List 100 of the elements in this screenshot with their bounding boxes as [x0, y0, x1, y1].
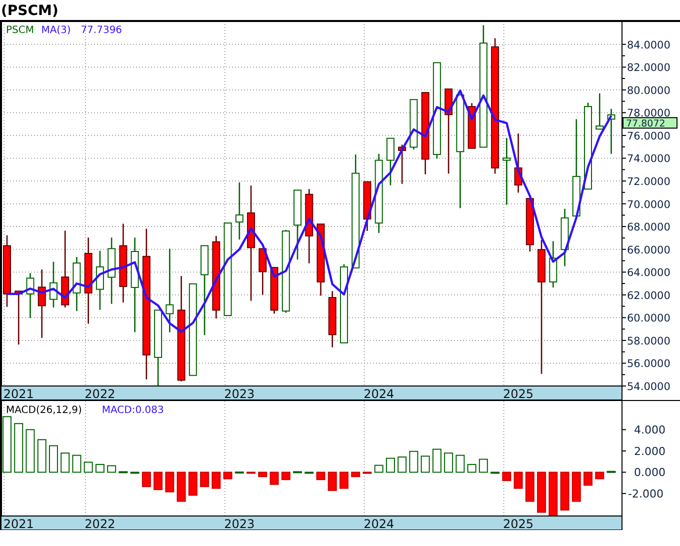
candlestick: [410, 99, 418, 150]
macd-bar: [107, 465, 116, 473]
price-axis-label: 78.0000: [627, 108, 670, 120]
candlestick: [294, 190, 302, 260]
macd-axis-label: -2.000: [628, 488, 664, 501]
macd-bar: [130, 472, 140, 474]
year-label: 2021: [3, 387, 34, 400]
macd-bar: [420, 456, 430, 473]
macd-bar: [467, 464, 476, 473]
macd-bar: [351, 472, 360, 478]
macd-bar: [48, 445, 58, 473]
candlestick: [38, 269, 46, 338]
macd-bar: [223, 472, 232, 480]
ticker-legend: PSCM: [6, 25, 34, 36]
macd-bar: [316, 472, 326, 480]
macd-bar: [444, 452, 454, 473]
candlestick: [502, 138, 511, 205]
candlestick: [108, 238, 116, 304]
price-axis-label: 66.0000: [627, 244, 670, 256]
macd-bar: [572, 472, 581, 502]
macd-bar: [293, 471, 302, 474]
macd-bar: [270, 472, 279, 485]
candlestick: [607, 108, 616, 154]
macd-bar: [95, 464, 104, 473]
price-axis-label: 72.0000: [627, 176, 670, 188]
ma-legend: MA(3): [41, 25, 71, 36]
price-axis-label: 84.0000: [627, 39, 670, 52]
price-axis-label: 82.0000: [627, 62, 670, 74]
year-label: 2023: [224, 517, 255, 530]
chart-title: (PSCM): [0, 2, 58, 20]
candlestick: [514, 134, 522, 193]
price-axis-label: 80.0000: [627, 84, 670, 97]
price-axis-label: 54.0000: [627, 381, 670, 393]
macd-bar: [165, 472, 174, 492]
macd-bar: [478, 458, 488, 473]
price-axis-label: 70.0000: [627, 198, 670, 211]
year-label: 2025: [503, 387, 534, 400]
price-axis-label: 74.0000: [627, 153, 670, 166]
candlestick: [26, 273, 34, 318]
macd-bar: [490, 472, 500, 474]
candlestick: [386, 138, 394, 186]
macd-bar: [258, 472, 268, 478]
macd-bar: [246, 472, 256, 474]
candlestick: [363, 181, 372, 231]
macd-bar: [2, 416, 12, 473]
macd-value: MACD:0.083: [102, 405, 164, 416]
year-label: 2024: [364, 387, 394, 400]
price-axis-label: 56.0000: [627, 358, 670, 370]
macd-bar: [84, 462, 93, 473]
year-label: 2025: [503, 517, 534, 530]
macd-bar: [606, 470, 616, 473]
price-axis-label: 76.0000: [627, 130, 670, 142]
macd-bar: [525, 472, 534, 502]
candlestick: [549, 241, 558, 288]
macd-bar: [234, 472, 244, 474]
macd-bar: [386, 458, 395, 473]
macd-bar: [502, 472, 512, 482]
price-axis-label: 68.0000: [627, 222, 670, 234]
price-axis-label: 62.0000: [627, 290, 670, 302]
candlestick: [235, 182, 244, 240]
candlestick: [258, 248, 267, 295]
macd-bar: [176, 472, 186, 502]
year-label: 2022: [84, 517, 116, 530]
price-axis-label: 64.0000: [627, 267, 670, 280]
candlestick: [96, 250, 104, 310]
candlestick: [596, 93, 604, 130]
candlestick: [49, 262, 58, 308]
macd-axis-label: 0.000: [634, 466, 666, 480]
macd-bar: [37, 439, 46, 473]
macd-bar: [281, 472, 290, 480]
macd-legend: MACD(26,12,9): [6, 405, 82, 416]
macd-bar: [304, 472, 314, 474]
macd-bar: [560, 472, 570, 511]
macd-bar: [514, 472, 523, 489]
macd-bar: [374, 464, 384, 473]
macd-bar: [154, 472, 163, 490]
macd-bar: [456, 454, 465, 473]
macd-bar: [60, 452, 70, 473]
macd-bar: [398, 456, 407, 473]
macd-bar: [142, 472, 151, 488]
price-axis-label: 58.0000: [627, 335, 670, 348]
macd-bar: [362, 472, 372, 474]
macd-bar: [188, 472, 198, 496]
candlestick: [398, 144, 406, 184]
last-price-tag: 77.8072: [622, 117, 678, 130]
macd-bar: [548, 472, 558, 516]
macd-bar: [339, 472, 348, 489]
candlestick: [560, 208, 569, 266]
macd-axis-label: 2.000: [634, 444, 666, 458]
year-label: 2023: [224, 387, 255, 400]
candlestick: [270, 266, 278, 314]
ma-value: 77.7396: [80, 25, 122, 36]
year-label: 2024: [364, 517, 394, 530]
macd-bar: [118, 471, 128, 474]
candlestick: [3, 235, 11, 307]
candlestick: [72, 256, 81, 312]
macd-axis-label: 4.000: [634, 424, 666, 437]
price-axis-label: 60.0000: [627, 312, 670, 325]
macd-bar: [584, 472, 592, 486]
year-label: 2021: [3, 517, 34, 530]
